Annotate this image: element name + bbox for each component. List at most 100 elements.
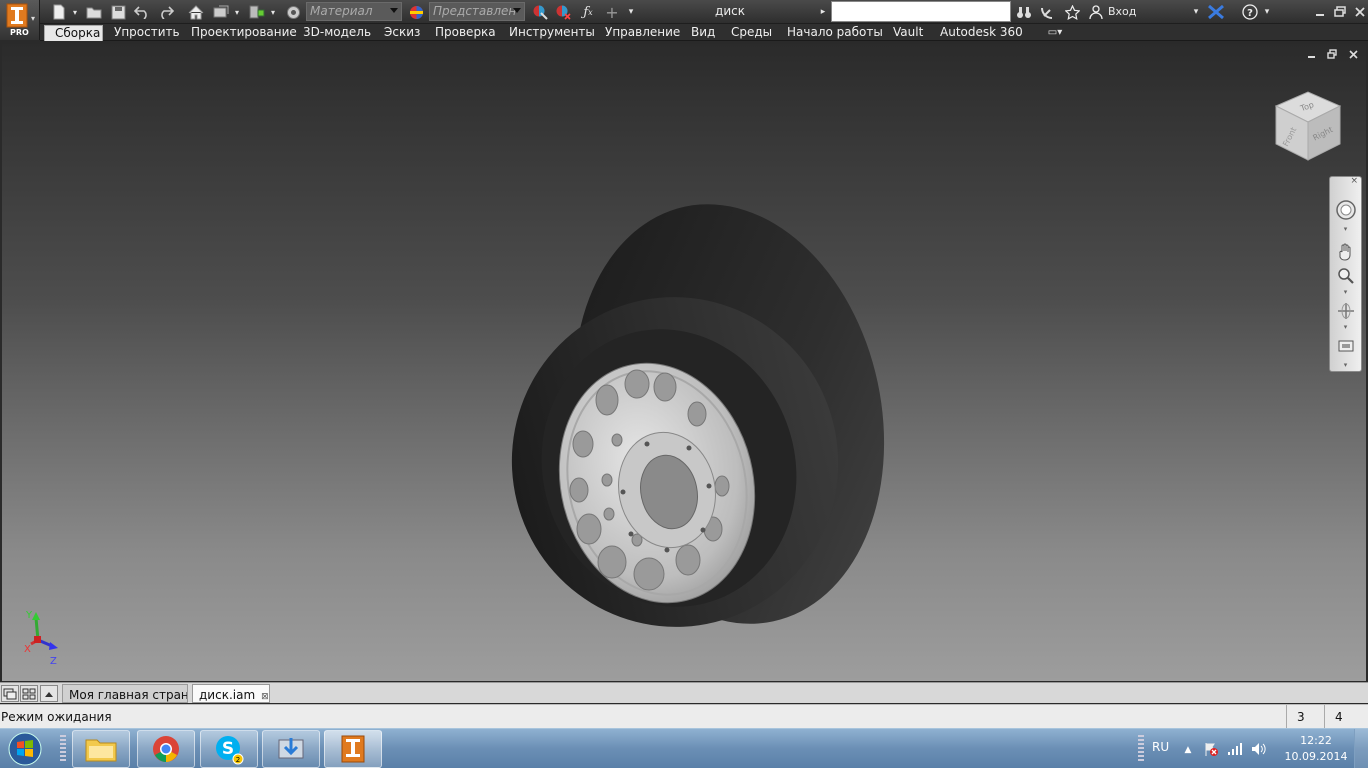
pan-button[interactable] — [1330, 241, 1361, 263]
tab-autodesk-360[interactable]: Autodesk 360 — [930, 25, 1033, 41]
appearance-sphere-button[interactable] — [406, 2, 426, 22]
appearance-combobox-value: Представлен — [433, 4, 517, 18]
viewport-restore-icon[interactable] — [1325, 47, 1339, 61]
tab-view[interactable]: Вид — [681, 25, 725, 41]
wheel-3d-model[interactable] — [497, 204, 897, 644]
download-manager-icon — [278, 738, 304, 759]
minimize-window-button[interactable] — [1310, 2, 1330, 21]
taskbar-explorer-button[interactable] — [72, 730, 130, 768]
sign-in-link[interactable]: Вход — [1108, 5, 1136, 18]
clear-appearance-button[interactable] — [553, 2, 573, 22]
appearance-chevron-down-icon — [513, 8, 521, 13]
steering-wheel-button[interactable] — [1330, 197, 1361, 223]
parameters-fx-icon[interactable]: ƒx — [578, 2, 598, 22]
title-expand-chevron-icon[interactable]: ▸ — [817, 2, 829, 22]
navigation-bar: × ▾ ▾ ▾ ▾ — [1329, 176, 1362, 372]
volume-speaker-icon[interactable] — [1250, 739, 1268, 759]
steering-wheel-chevron-icon[interactable]: ▾ — [1330, 225, 1361, 233]
help-search-input[interactable] — [831, 1, 1011, 22]
crosshair-plus-icon[interactable]: + — [602, 2, 622, 22]
system-tray: RU ▲ 12:22 10.09.2014 — [1136, 729, 1368, 768]
doc-tab-my-home[interactable]: Моя главная стран... — [62, 684, 188, 703]
viewport-close-icon[interactable] — [1346, 47, 1360, 61]
taskbar-skype-button[interactable]: S2 — [200, 730, 258, 768]
tile-windows-icon[interactable] — [20, 685, 38, 702]
tab-design[interactable]: Проектирование — [181, 25, 307, 41]
viewcube-icon[interactable]: Top Front Right — [1272, 88, 1344, 164]
zoom-chevron-icon[interactable]: ▾ — [1330, 288, 1361, 296]
update-button[interactable] — [283, 2, 303, 22]
language-indicator[interactable]: RU — [1152, 740, 1169, 754]
favorites-star-button[interactable] — [1062, 2, 1082, 22]
tab-sketch[interactable]: Эскиз — [374, 25, 430, 41]
system-clock[interactable]: 12:22 10.09.2014 — [1284, 733, 1348, 765]
minimize-icon — [1316, 13, 1324, 16]
save-button[interactable] — [108, 2, 128, 22]
tabs-menu-chevron-up-icon[interactable] — [40, 685, 58, 702]
look-at-button[interactable] — [1330, 335, 1361, 357]
select-priority-chevron-icon[interactable]: ▾ — [268, 2, 278, 22]
ribbon-minimize-toggle-icon[interactable]: ▭▾ — [1040, 24, 1070, 40]
tab-manage[interactable]: Управление — [595, 25, 690, 41]
tab-get-started[interactable]: Начало работы — [777, 25, 893, 41]
zoom-button[interactable] — [1330, 265, 1361, 287]
navbar-options-chevron-icon[interactable]: ▾ — [1330, 360, 1361, 370]
taskbar-downloader-button[interactable] — [262, 730, 320, 768]
viewport-minimize-icon[interactable] — [1304, 47, 1318, 61]
tab-environments[interactable]: Среды — [721, 25, 782, 41]
redo-button[interactable] — [156, 2, 176, 22]
inventor-logo-icon — [6, 3, 28, 28]
show-desktop-button[interactable] — [1354, 729, 1368, 768]
status-bar: Режим ожидания 3 4 — [0, 704, 1368, 729]
floppy-disk-icon — [111, 5, 125, 19]
return-dropdown-chevron-icon[interactable]: ▾ — [232, 2, 242, 22]
return-button[interactable] — [210, 2, 232, 22]
select-priority-button[interactable] — [246, 2, 268, 22]
action-center-flag-icon[interactable] — [1202, 739, 1220, 759]
network-signal-icon[interactable] — [1226, 739, 1244, 759]
customize-toolbar-chevron-icon[interactable]: ▾ — [624, 2, 638, 22]
new-button[interactable] — [48, 2, 70, 22]
home-button[interactable] — [186, 2, 206, 22]
inventor-window: PRO ▾ ▾ ▾ ▾ Материал Представлен ƒ x + ▾… — [0, 0, 1368, 768]
sign-in-chevron-icon[interactable]: ▾ — [1190, 2, 1202, 22]
coordinate-triad-icon: X Y Z — [24, 610, 58, 666]
taskbar-chrome-button[interactable] — [137, 730, 195, 768]
tab-3d-model[interactable]: 3D-модель — [293, 25, 381, 41]
cascade-windows-icon[interactable] — [1, 685, 19, 702]
material-combobox[interactable]: Материал — [306, 2, 402, 21]
windows-start-orb-icon[interactable] — [4, 730, 46, 768]
show-hidden-icons-chevron-icon[interactable]: ▲ — [1182, 740, 1194, 760]
tab-assemble[interactable]: Сборка — [44, 25, 103, 41]
appearance-combobox[interactable]: Представлен — [429, 2, 525, 21]
tab-simplify[interactable]: Упростить — [104, 25, 190, 41]
tab-inspect[interactable]: Проверка — [425, 25, 506, 41]
application-menu-button[interactable]: PRO ▾ — [0, 0, 40, 40]
svg-text:S: S — [222, 739, 234, 759]
undo-button[interactable] — [132, 2, 152, 22]
tab-vault[interactable]: Vault — [883, 25, 933, 41]
doc-tab-disk-iam[interactable]: диск.iam ⊠ — [192, 684, 270, 703]
help-chevron-icon[interactable]: ▾ — [1262, 2, 1272, 22]
restore-window-button[interactable] — [1330, 2, 1350, 21]
orbit-button[interactable] — [1330, 300, 1361, 322]
open-button[interactable] — [84, 2, 104, 22]
search-binoculars-button[interactable] — [1014, 2, 1034, 22]
close-window-button[interactable] — [1350, 2, 1368, 21]
graphics-viewport[interactable]: Top Front Right × ▾ ▾ ▾ ▾ X Y Z — [2, 44, 1366, 681]
subscription-center-button[interactable] — [1038, 2, 1058, 22]
tray-separator — [1138, 735, 1144, 763]
document-tab-bar: Моя главная стран... диск.iam ⊠ — [0, 682, 1368, 703]
clock-time: 12:22 — [1300, 734, 1332, 747]
taskbar-inventor-button[interactable] — [324, 730, 382, 768]
exchange-apps-button[interactable] — [1205, 2, 1227, 22]
adjust-appearance-button[interactable] — [530, 2, 550, 22]
orbit-chevron-icon[interactable]: ▾ — [1330, 323, 1361, 331]
new-dropdown-chevron-icon[interactable]: ▾ — [70, 2, 80, 22]
navbar-close-icon[interactable]: × — [1330, 175, 1361, 187]
tab-tools[interactable]: Инструменты — [499, 25, 605, 41]
doc-tab-close-icon[interactable]: ⊠ — [261, 692, 269, 702]
help-button[interactable]: ? — [1240, 2, 1260, 22]
select-priority-icon — [249, 5, 265, 19]
status-open-documents-count: 4 — [1324, 705, 1368, 729]
